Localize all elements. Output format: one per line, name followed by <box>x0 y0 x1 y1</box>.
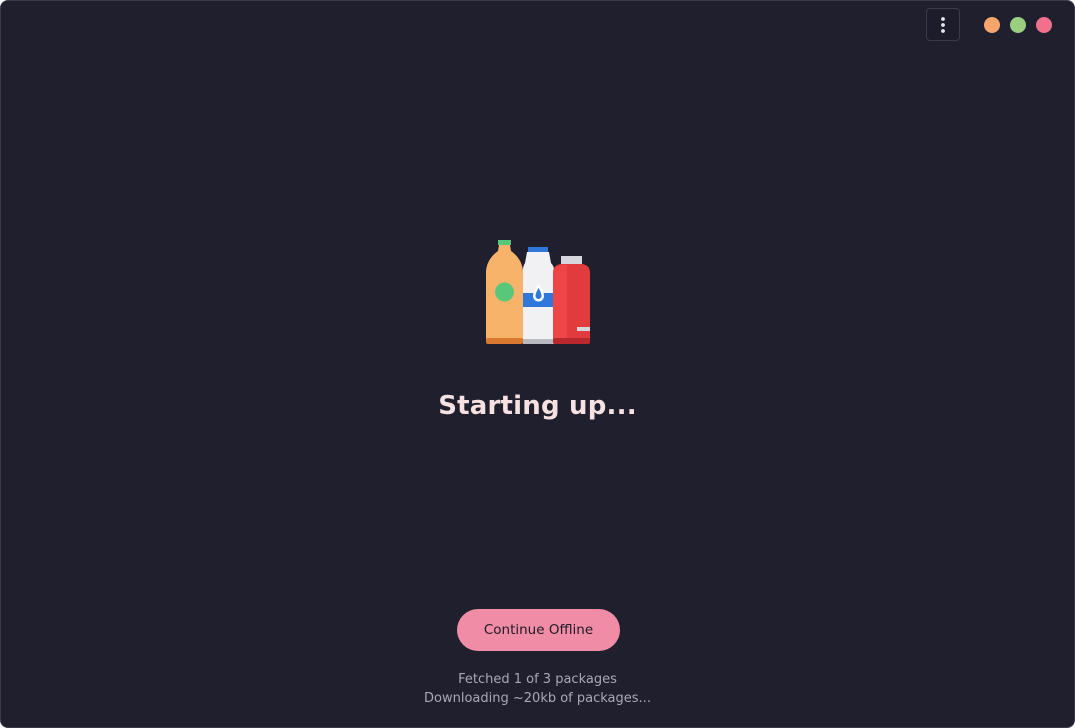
window-close-button[interactable] <box>1036 17 1052 33</box>
status-packages-fetched: Fetched 1 of 3 packages <box>458 672 617 687</box>
status-downloading: Downloading ~20kb of packages... <box>424 691 651 706</box>
main-menu-button[interactable] <box>926 8 960 41</box>
window-minimize-button[interactable] <box>984 17 1000 33</box>
vertical-dots-icon <box>941 16 945 33</box>
window-maximize-button[interactable] <box>1010 17 1026 33</box>
app-window: Starting up... Continue Offline Fetched … <box>0 0 1075 728</box>
continue-offline-button[interactable]: Continue Offline <box>457 609 620 651</box>
splash-title: Starting up... <box>438 391 637 421</box>
bottles-logo-icon <box>486 240 590 344</box>
